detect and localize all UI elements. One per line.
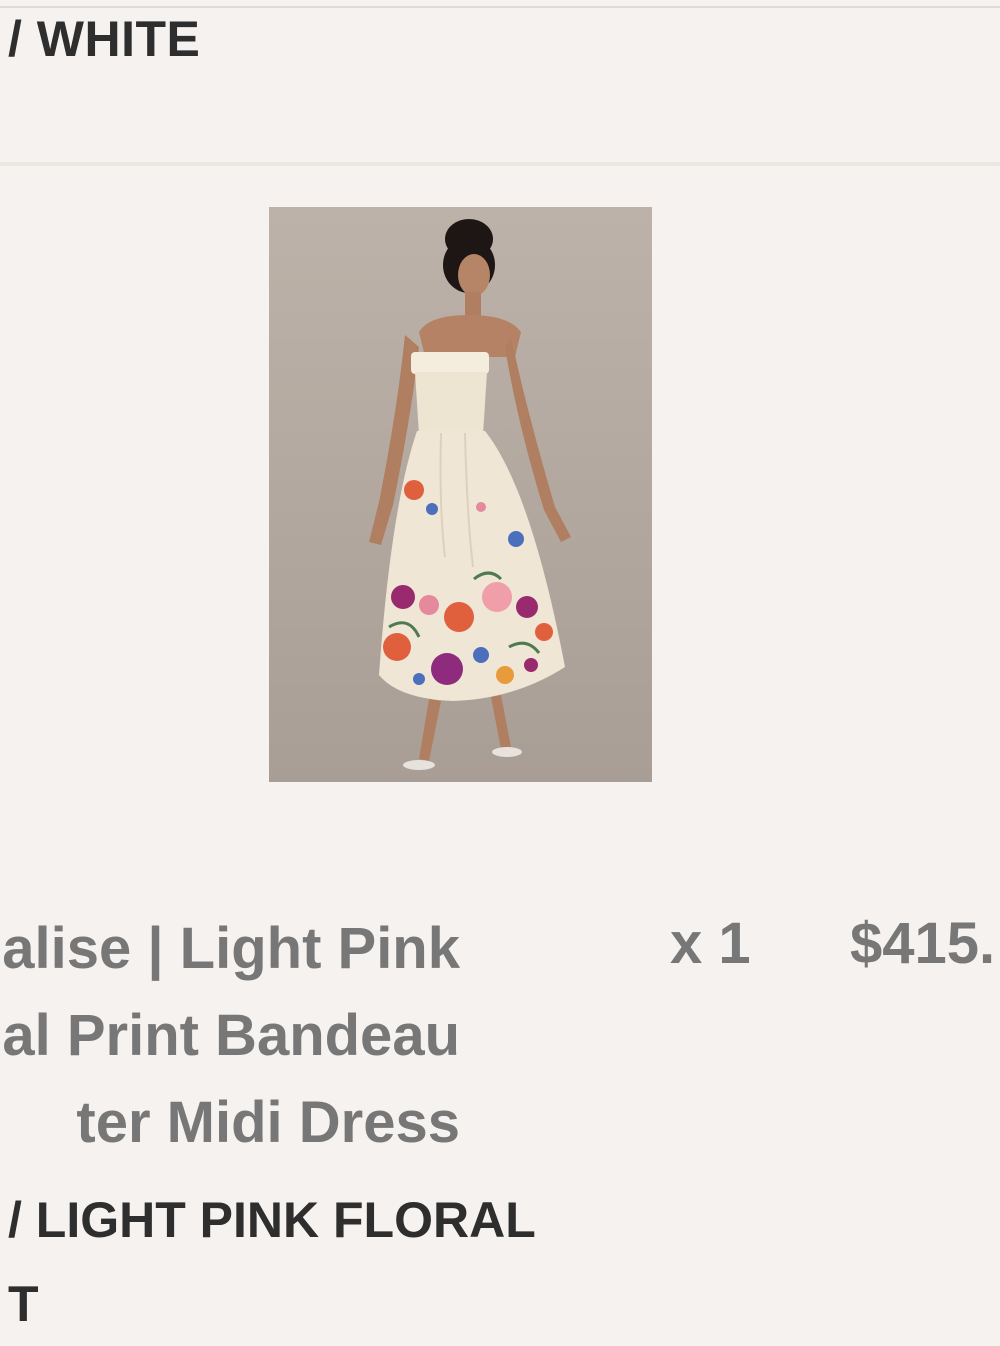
product-image[interactable] xyxy=(269,207,652,782)
product-variant: / LIGHT PINK FLORAL T xyxy=(8,1192,536,1332)
item-divider xyxy=(0,162,1000,166)
item-price: $415. xyxy=(850,911,996,976)
top-divider xyxy=(0,6,1000,8)
product-name[interactable]: alise | Light Pink al Print Bandeau ter … xyxy=(0,905,460,1166)
previous-item-variant: / WHITE xyxy=(8,11,201,67)
item-quantity: x 1 xyxy=(670,911,751,976)
